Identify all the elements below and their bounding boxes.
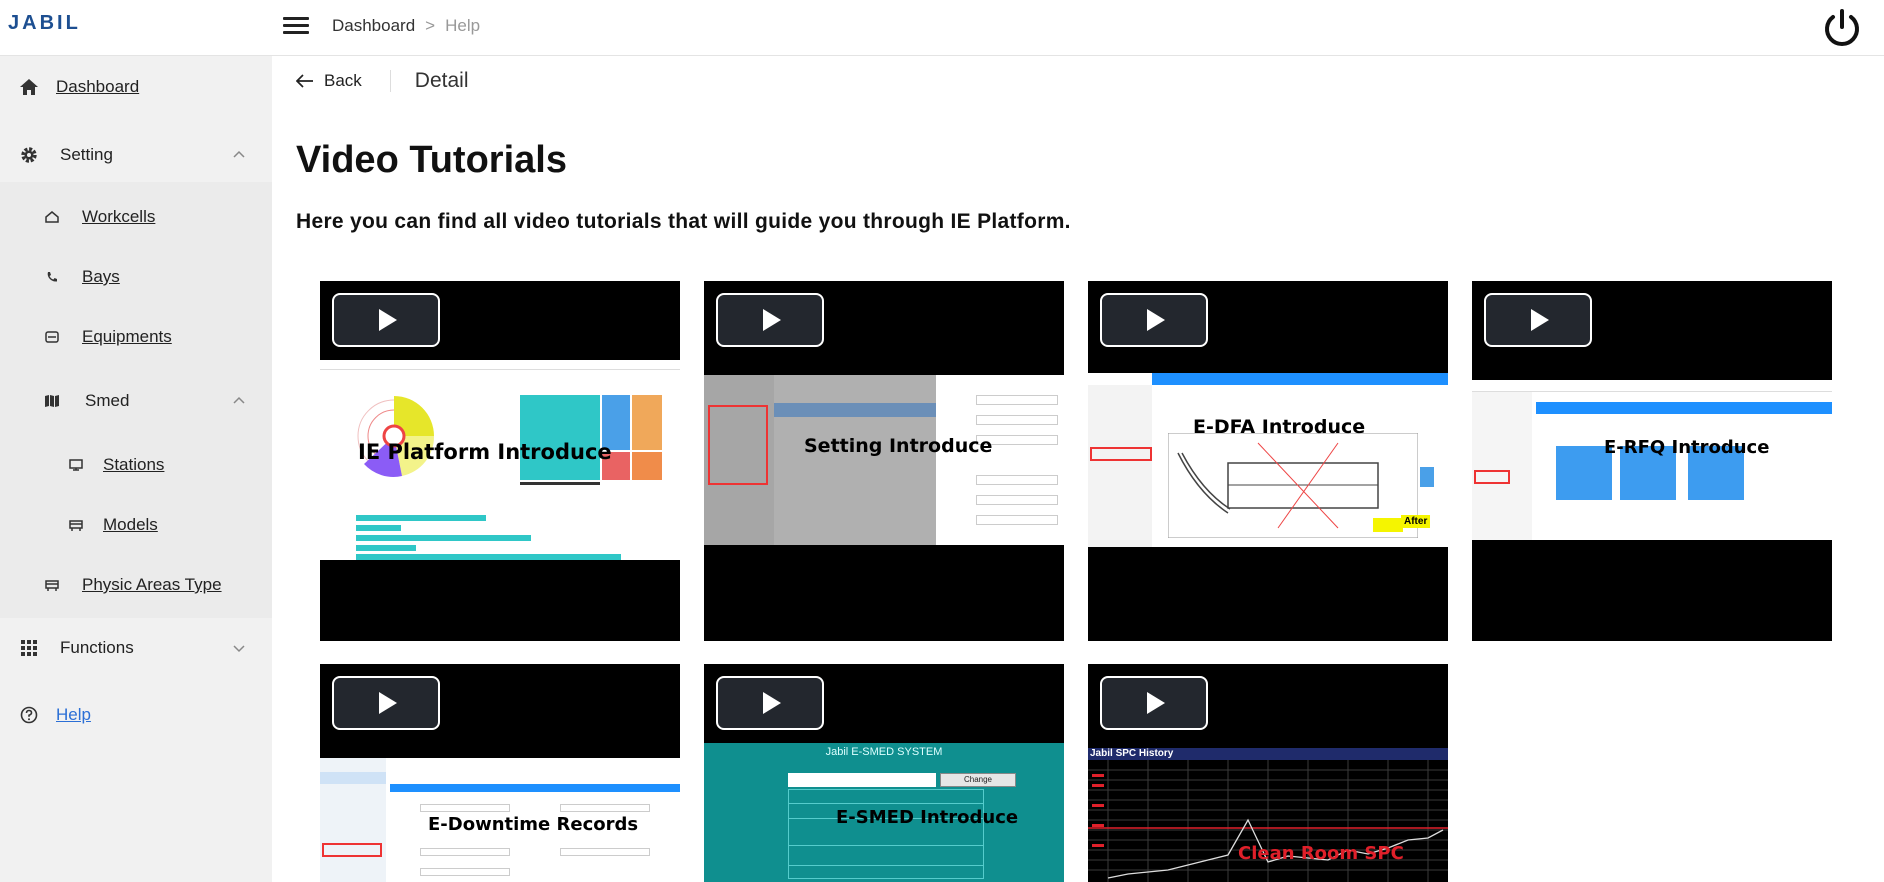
video-thumbnail: E-Downtime Records (320, 758, 680, 882)
video-thumbnail: After E-DFA Introduce (1088, 373, 1448, 547)
video-caption: E-Downtime Records (428, 814, 639, 835)
detail-header: Back Detail (296, 63, 469, 99)
video-thumbnail: Setting Introduce (704, 375, 1064, 545)
arrow-left-icon (296, 74, 313, 88)
chevron-up-icon (233, 396, 245, 404)
sidebar-item-physic-areas-type[interactable]: Physic Areas Type (0, 559, 272, 611)
sidebar-label-help: Help (56, 705, 91, 724)
sidebar-label-workcells: Workcells (82, 207, 156, 226)
video-thumbnail: IE Platform Introduce (320, 360, 680, 560)
video-thumbnail: Jabil E-SMED SYSTEM Change E-SMED Introd… (704, 743, 1064, 882)
video-caption: IE Platform Introduce (358, 440, 612, 464)
video-thumbnail: Jabil SPC History Clean Room SPC (1088, 748, 1448, 882)
video-caption: E-RFQ Introduce (1604, 437, 1770, 458)
sidebar-item-workcells[interactable]: Workcells (0, 191, 272, 243)
phone-icon (41, 266, 63, 288)
play-button[interactable] (716, 293, 824, 347)
play-button[interactable] (1100, 293, 1208, 347)
sidebar-item-models[interactable]: Models (0, 499, 272, 551)
video-card[interactable]: Jabil SPC History Clean Room SPC (1088, 664, 1448, 882)
video-caption: Setting Introduce (804, 435, 993, 457)
chevron-down-icon (233, 645, 245, 653)
back-button[interactable]: Back (296, 71, 362, 91)
sidebar-label-bays: Bays (82, 267, 120, 286)
jabil-logo[interactable]: JABIL (8, 12, 81, 35)
sidebar-label-models: Models (103, 515, 158, 534)
sidebar-label-equipments: Equipments (82, 327, 172, 346)
home-icon (18, 76, 40, 98)
grid-icon (18, 637, 40, 659)
sidebar-label-stations: Stations (103, 455, 165, 474)
smed-change-button: Change (940, 773, 1016, 787)
play-button[interactable] (332, 293, 440, 347)
page-title: Video Tutorials (296, 139, 567, 181)
video-caption: Clean Room SPC (1238, 843, 1404, 864)
sidebar-item-bays[interactable]: Bays (0, 251, 272, 303)
back-label: Back (324, 71, 362, 90)
sidebar-item-functions[interactable]: Functions (0, 622, 272, 674)
play-button[interactable] (332, 676, 440, 730)
sidebar-item-setting[interactable]: Setting (0, 129, 272, 181)
play-icon (763, 692, 781, 714)
monitor-icon (65, 454, 87, 476)
sidebar-item-dashboard[interactable]: Dashboard (0, 61, 272, 113)
play-icon (379, 692, 397, 714)
sidebar-item-stations[interactable]: Stations (0, 439, 272, 491)
video-card[interactable]: Jabil E-SMED SYSTEM Change E-SMED Introd… (704, 664, 1064, 882)
sidebar-item-help[interactable]: Help (0, 689, 272, 741)
chevron-up-icon (233, 150, 245, 158)
model-icon (65, 514, 87, 536)
video-thumbnail: E-RFQ Introduce (1472, 380, 1832, 540)
video-card[interactable]: IE Platform Introduce (320, 281, 680, 641)
menu-toggle-icon[interactable] (283, 13, 309, 37)
play-button[interactable] (1484, 293, 1592, 347)
play-icon (379, 309, 397, 331)
sidebar: Dashboard Setting Workcells Bays Equipme… (0, 56, 272, 882)
breadcrumb: Dashboard > Help (332, 16, 480, 36)
play-icon (763, 309, 781, 331)
sidebar-label-physic-areas-type: Physic Areas Type (82, 575, 222, 594)
video-card[interactable]: After E-DFA Introduce (1088, 281, 1448, 641)
play-button[interactable] (1100, 676, 1208, 730)
main-content: Back Detail Video Tutorials Here you can… (272, 57, 1884, 882)
equipment-icon (41, 326, 63, 348)
breadcrumb-dashboard[interactable]: Dashboard (332, 16, 415, 35)
play-icon (1531, 309, 1549, 331)
sidebar-label-smed: Smed (85, 391, 130, 410)
detail-title: Detail (414, 69, 469, 92)
sidebar-label-functions: Functions (60, 638, 134, 657)
sidebar-label-dashboard: Dashboard (56, 77, 140, 96)
breadcrumb-separator: > (425, 16, 436, 35)
area-icon (41, 574, 63, 596)
video-card[interactable]: Setting Introduce (704, 281, 1064, 641)
video-caption: E-SMED Introduce (836, 807, 1019, 828)
sidebar-item-equipments[interactable]: Equipments (0, 311, 272, 363)
map-icon (41, 390, 63, 412)
workcells-icon (41, 206, 63, 228)
smed-screen-title: Jabil E-SMED SYSTEM (825, 746, 943, 758)
sidebar-item-smed[interactable]: Smed (0, 375, 272, 427)
help-circle-icon (18, 704, 40, 726)
gear-icon (18, 144, 40, 166)
page-subtitle: Here you can find all video tutorials th… (296, 210, 1071, 233)
power-icon[interactable] (1821, 8, 1863, 46)
video-caption: E-DFA Introduce (1193, 416, 1366, 438)
play-icon (1147, 309, 1165, 331)
sidebar-label-setting: Setting (60, 145, 113, 164)
video-card[interactable]: E-Downtime Records (320, 664, 680, 882)
spc-screen-title: Jabil SPC History (1090, 748, 1174, 759)
play-icon (1147, 692, 1165, 714)
top-bar: JABIL Dashboard > Help (0, 0, 1884, 56)
breadcrumb-help: Help (445, 16, 481, 35)
play-button[interactable] (716, 676, 824, 730)
header-divider (389, 70, 391, 92)
video-card[interactable]: E-RFQ Introduce (1472, 281, 1832, 641)
